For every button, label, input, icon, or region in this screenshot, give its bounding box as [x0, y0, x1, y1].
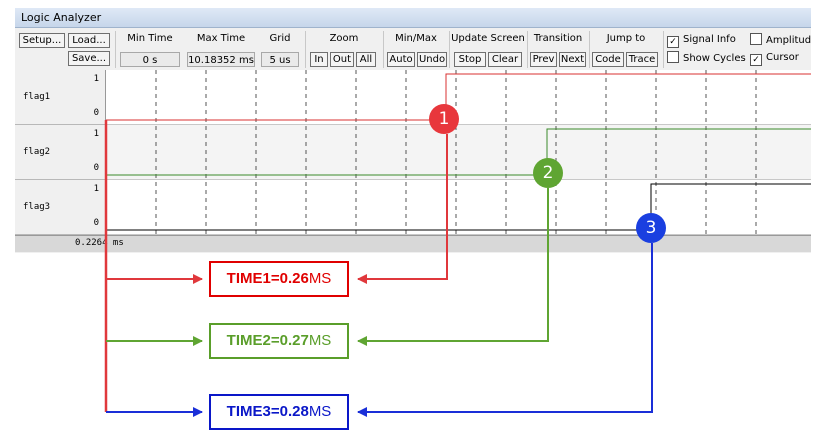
time2-annotation: TIME2=0.27MS	[209, 323, 349, 359]
marker-1-badge: 1	[429, 104, 459, 134]
time2-unit: MS	[308, 332, 332, 349]
time1-annotation: TIME1=0.26MS	[209, 261, 349, 297]
time3-annotation: TIME3=0.28MS	[209, 394, 349, 430]
time3-unit: MS	[308, 403, 332, 420]
time3-key: TIME3=0.28	[226, 403, 309, 420]
arrow-right-time2	[357, 188, 549, 346]
marker-3-badge: 3	[636, 213, 666, 243]
time1-unit: MS	[308, 270, 332, 287]
arrow-right-time3	[357, 243, 653, 417]
annotation-overlay	[104, 120, 653, 417]
time1-key: TIME1=0.26	[226, 270, 309, 287]
time2-key: TIME2=0.27	[226, 332, 309, 349]
marker-2-badge: 2	[533, 158, 563, 188]
arrow-right-time1	[357, 134, 448, 284]
